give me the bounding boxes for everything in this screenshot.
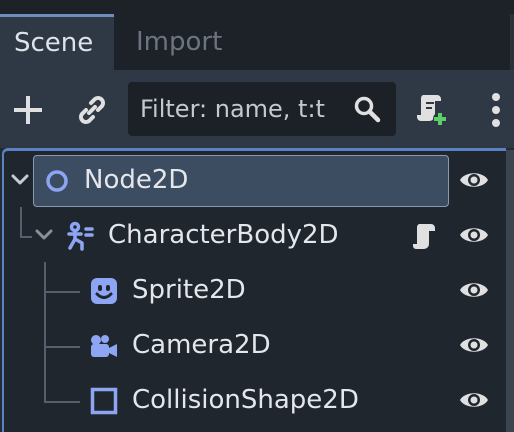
add-node-button[interactable] [10, 92, 46, 128]
eye-icon[interactable] [458, 386, 490, 414]
tree-row-collisionshape2d[interactable]: CollisionShape2D [0, 373, 514, 428]
node-name: Node2D [84, 165, 189, 195]
node-name: CharacterBody2D [108, 220, 339, 250]
scene-dock: Scene Import Filter: name, t:t Node2D Ch… [0, 0, 514, 432]
node-name: CollisionShape2D [132, 385, 359, 415]
eye-icon[interactable] [458, 221, 490, 249]
attach-script-button[interactable] [414, 90, 450, 130]
script-icon[interactable] [410, 220, 442, 252]
node-name: Sprite2D [132, 275, 246, 305]
tab-bar: Scene Import [0, 0, 514, 70]
scene-menu-button[interactable] [484, 90, 508, 130]
tab-bar-edge [510, 14, 514, 70]
tree-row-node2d[interactable]: Node2D [0, 153, 514, 208]
eye-icon[interactable] [458, 331, 490, 359]
script-add-icon [417, 95, 447, 126]
chevron-down-icon[interactable] [32, 223, 56, 247]
tree-row-camera2d[interactable]: Camera2D [0, 318, 514, 373]
instantiate-scene-button[interactable] [74, 92, 110, 128]
sprite-face-icon [89, 277, 119, 305]
camera-icon [89, 332, 119, 360]
collision-square-icon [89, 387, 119, 415]
character-body-icon [66, 221, 94, 251]
tree-row-sprite2d[interactable]: Sprite2D [0, 263, 514, 318]
filter-box [128, 82, 396, 136]
scene-toolbar [0, 70, 514, 148]
chevron-down-icon[interactable] [8, 168, 32, 192]
filter-input[interactable] [140, 82, 354, 136]
eye-icon[interactable] [458, 166, 490, 194]
link-icon [79, 96, 105, 124]
plus-icon [14, 96, 42, 124]
vertical-dots-icon [492, 93, 500, 127]
tab-import[interactable]: Import [136, 14, 222, 70]
magnifier-icon[interactable] [352, 94, 382, 124]
node-name: Camera2D [132, 330, 271, 360]
eye-icon[interactable] [458, 276, 490, 304]
node2d-circle-icon [44, 168, 70, 194]
tree-row-characterbody2d[interactable]: CharacterBody2D [0, 208, 514, 263]
tab-scene[interactable]: Scene [0, 14, 114, 70]
